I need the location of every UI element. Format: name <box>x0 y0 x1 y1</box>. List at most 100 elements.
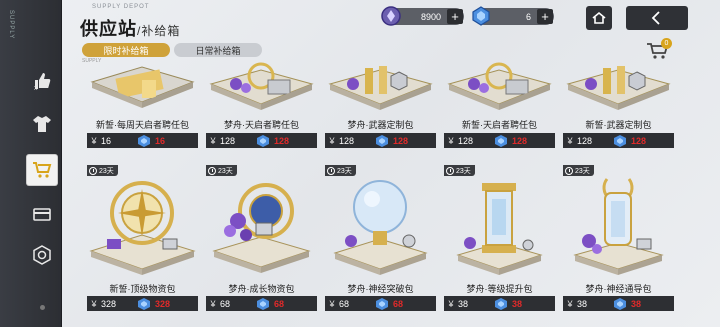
rail-item-likes[interactable]: X <box>27 66 57 96</box>
gem-price: 128 <box>631 135 647 146</box>
gem-icon <box>495 297 507 310</box>
rail-indicator <box>40 305 45 310</box>
cash-price: 128 <box>458 135 474 146</box>
gem-price: 38 <box>631 298 642 309</box>
price-bar[interactable]: ¥ 128 128 <box>206 133 317 148</box>
product-name: 梦舟·神经突破包 <box>347 284 414 294</box>
cash-price: 68 <box>220 298 231 309</box>
timer-value: 23天 <box>456 167 471 175</box>
gem-icon <box>257 297 269 310</box>
title-sub: /补给箱 <box>137 24 181 38</box>
product-name: 新誓·武器定制包 <box>585 120 652 130</box>
product-name: 新誓·每周天启者聘任包 <box>96 120 189 130</box>
tab-daily-supply[interactable]: 日常补给箱 <box>174 43 262 57</box>
gem-price: 68 <box>274 298 285 309</box>
cash-price: 38 <box>458 298 469 309</box>
gem-balance: 6 + <box>472 6 554 26</box>
gem-price: 128 <box>512 135 528 146</box>
shirt-icon <box>33 116 51 132</box>
supply-pack-art <box>566 66 671 110</box>
product-name: 新誓·顶级物资包 <box>109 284 176 294</box>
side-rail: SUPPLY X <box>0 0 62 327</box>
timer-value: 23天 <box>99 167 114 175</box>
timer-value: 23天 <box>337 167 352 175</box>
home-icon <box>592 11 606 24</box>
page-title: 供应站/补给箱 <box>80 15 180 41</box>
gem-icon <box>495 134 507 147</box>
card-icon <box>33 208 51 221</box>
limited-timer: 23天 <box>206 165 237 176</box>
cart-count-badge: 0 <box>661 38 672 49</box>
limited-timer: 23天 <box>444 165 475 176</box>
gem-icon <box>472 6 490 26</box>
product-name: 新誓·天启者聘任包 <box>462 120 537 130</box>
price-bar[interactable]: ¥ 68 68 <box>325 296 436 311</box>
clock-icon <box>208 166 216 175</box>
product-name: 梦舟·天启者聘任包 <box>224 120 299 130</box>
cash-price: 128 <box>577 135 593 146</box>
yen-symbol: ¥ <box>567 135 573 146</box>
gem-price: 16 <box>155 135 166 146</box>
back-button[interactable] <box>626 6 688 30</box>
badge-icon <box>33 245 51 265</box>
price-bar[interactable]: ¥ 328 328 <box>87 296 198 311</box>
product-name: 梦舟·成长物资包 <box>228 284 295 294</box>
clock-icon <box>446 166 454 175</box>
gem-value: 6 <box>525 11 531 22</box>
supply-pack-art <box>573 178 664 275</box>
price-bar[interactable]: ¥ 128 128 <box>325 133 436 148</box>
price-bar[interactable]: ¥ 128 128 <box>563 133 674 148</box>
coin-value: 8900 <box>420 11 441 22</box>
yen-symbol: ¥ <box>329 298 335 309</box>
supply-pack-art <box>447 62 552 110</box>
cash-price: 16 <box>101 135 112 146</box>
rail-item-card[interactable] <box>27 199 57 229</box>
yen-symbol: ¥ <box>448 298 454 309</box>
supply-pack-art <box>209 62 314 110</box>
tab-limited-supply[interactable]: 限时补给箱 <box>82 43 170 57</box>
home-button[interactable] <box>586 6 612 30</box>
gem-price: 328 <box>155 298 171 309</box>
price-bar[interactable]: ¥ 16 16 <box>87 133 198 148</box>
cart-icon <box>33 162 52 178</box>
coin-add-button[interactable]: + <box>447 9 463 24</box>
price-bar[interactable]: ¥ 38 38 <box>444 296 555 311</box>
rail-tag: SUPPLY <box>8 10 14 40</box>
yen-symbol: ¥ <box>448 135 454 146</box>
gem-icon <box>376 134 388 147</box>
cash-price: 128 <box>220 135 236 146</box>
supply-pack-art <box>333 180 428 275</box>
supply-pack-art <box>89 181 196 275</box>
yen-symbol: ¥ <box>210 135 216 146</box>
gem-icon <box>614 134 626 147</box>
gem-icon <box>138 297 150 310</box>
clock-icon <box>327 166 335 175</box>
supply-pack-art <box>328 66 433 110</box>
price-bar[interactable]: ¥ 68 68 <box>206 296 317 311</box>
product-name: 梦舟·武器定制包 <box>347 120 414 130</box>
coin-icon <box>381 6 401 26</box>
cash-price: 128 <box>339 135 355 146</box>
gem-icon <box>614 297 626 310</box>
gem-icon <box>138 134 150 147</box>
supply-pack-art <box>90 66 195 108</box>
price-bar[interactable]: ¥ 38 38 <box>563 296 674 311</box>
gem-add-button[interactable]: + <box>537 9 553 24</box>
limited-timer: 23天 <box>563 165 594 176</box>
clock-icon <box>565 166 573 175</box>
cash-price: 38 <box>577 298 588 309</box>
limited-timer: 23天 <box>87 165 118 176</box>
gem-price: 128 <box>393 135 409 146</box>
product-name: 梦舟·等级提升包 <box>466 284 533 294</box>
cash-price: 68 <box>339 298 350 309</box>
gem-price: 68 <box>393 298 404 309</box>
yen-symbol: ¥ <box>567 298 573 309</box>
rail-item-outfit[interactable] <box>27 109 57 139</box>
cash-price: 328 <box>101 298 117 309</box>
rail-item-badge[interactable] <box>27 240 57 270</box>
rail-item-supply[interactable] <box>27 155 57 185</box>
limited-timer: 23天 <box>325 165 356 176</box>
price-bar[interactable]: ¥ 128 128 <box>444 133 555 148</box>
thumbs-up-icon: X <box>34 73 51 91</box>
gem-price: 38 <box>512 298 523 309</box>
